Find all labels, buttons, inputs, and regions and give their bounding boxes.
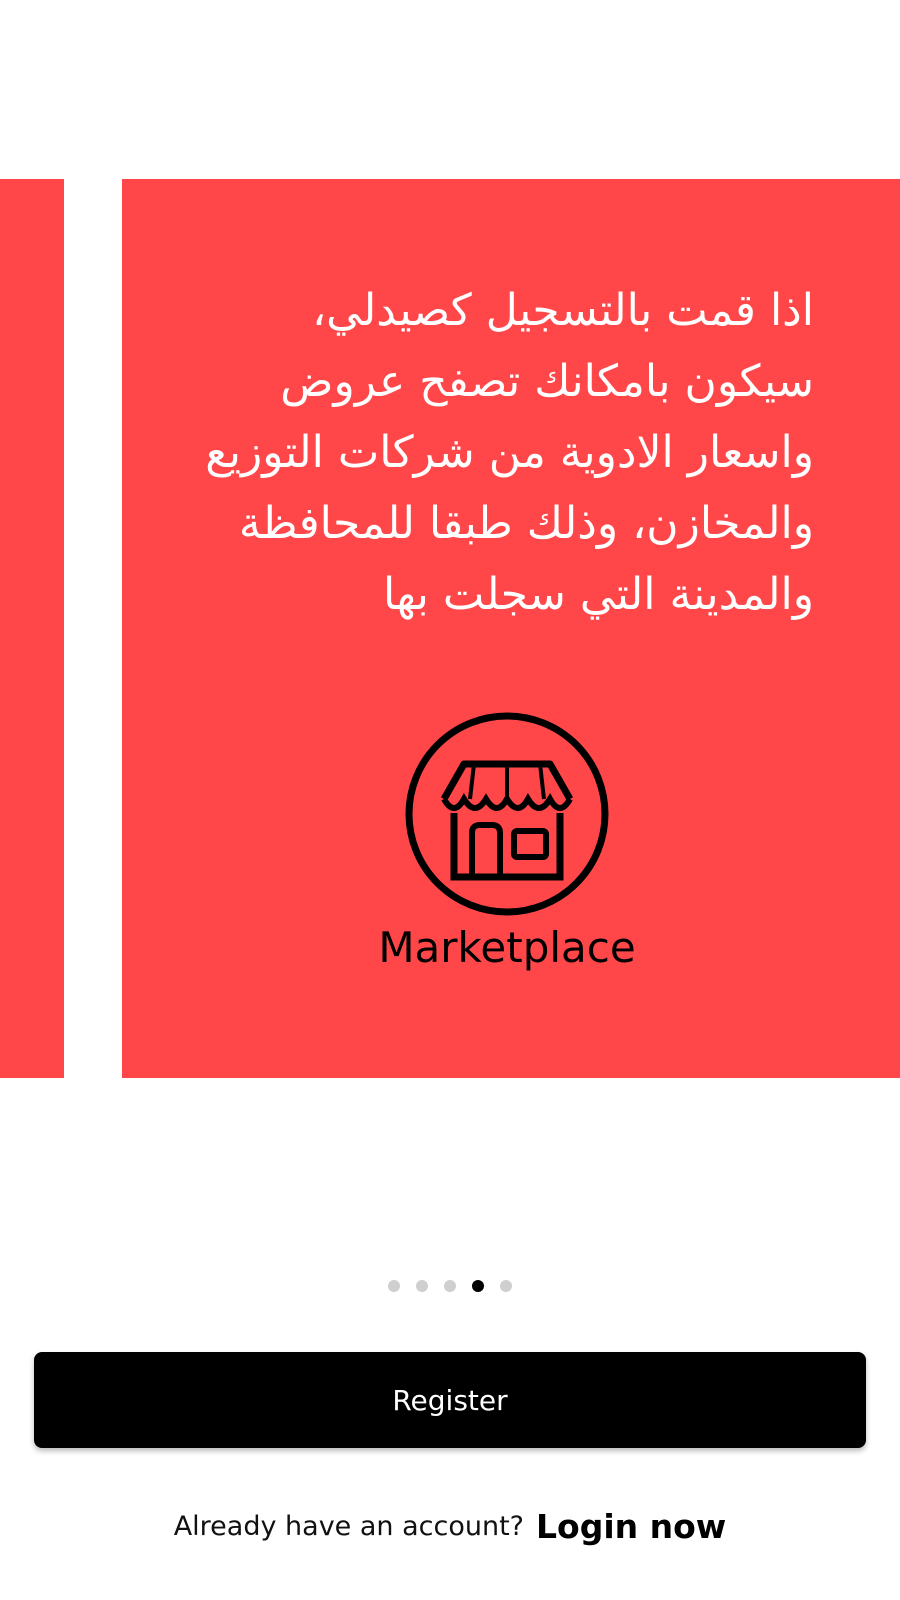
marketplace-store-icon [405,712,609,916]
login-prompt: Already have an account? [173,1510,525,1542]
login-now-link[interactable]: Login now [536,1507,726,1546]
page-dot[interactable] [444,1280,456,1292]
register-button[interactable]: Register [34,1352,866,1448]
marketplace-label: Marketplace [378,923,636,972]
page-dot[interactable] [388,1280,400,1292]
current-slide[interactable]: اذا قمت بالتسجيل كصيدلي، سيكون بامكانك ت… [122,179,900,1078]
login-row: Already have an account? Login now [0,1500,900,1552]
onboarding-carousel[interactable]: اذا قمت بالتسجيل كصيدلي، سيكون بامكانك ت… [0,0,900,1240]
page-indicator [0,1278,900,1294]
previous-slide-peek[interactable] [0,179,64,1078]
page-dot[interactable] [416,1280,428,1292]
slide-description: اذا قمت بالتسجيل كصيدلي، سيكون بامكانك ت… [205,285,814,620]
page-dot[interactable] [500,1280,512,1292]
page-dot-active[interactable] [472,1280,484,1292]
